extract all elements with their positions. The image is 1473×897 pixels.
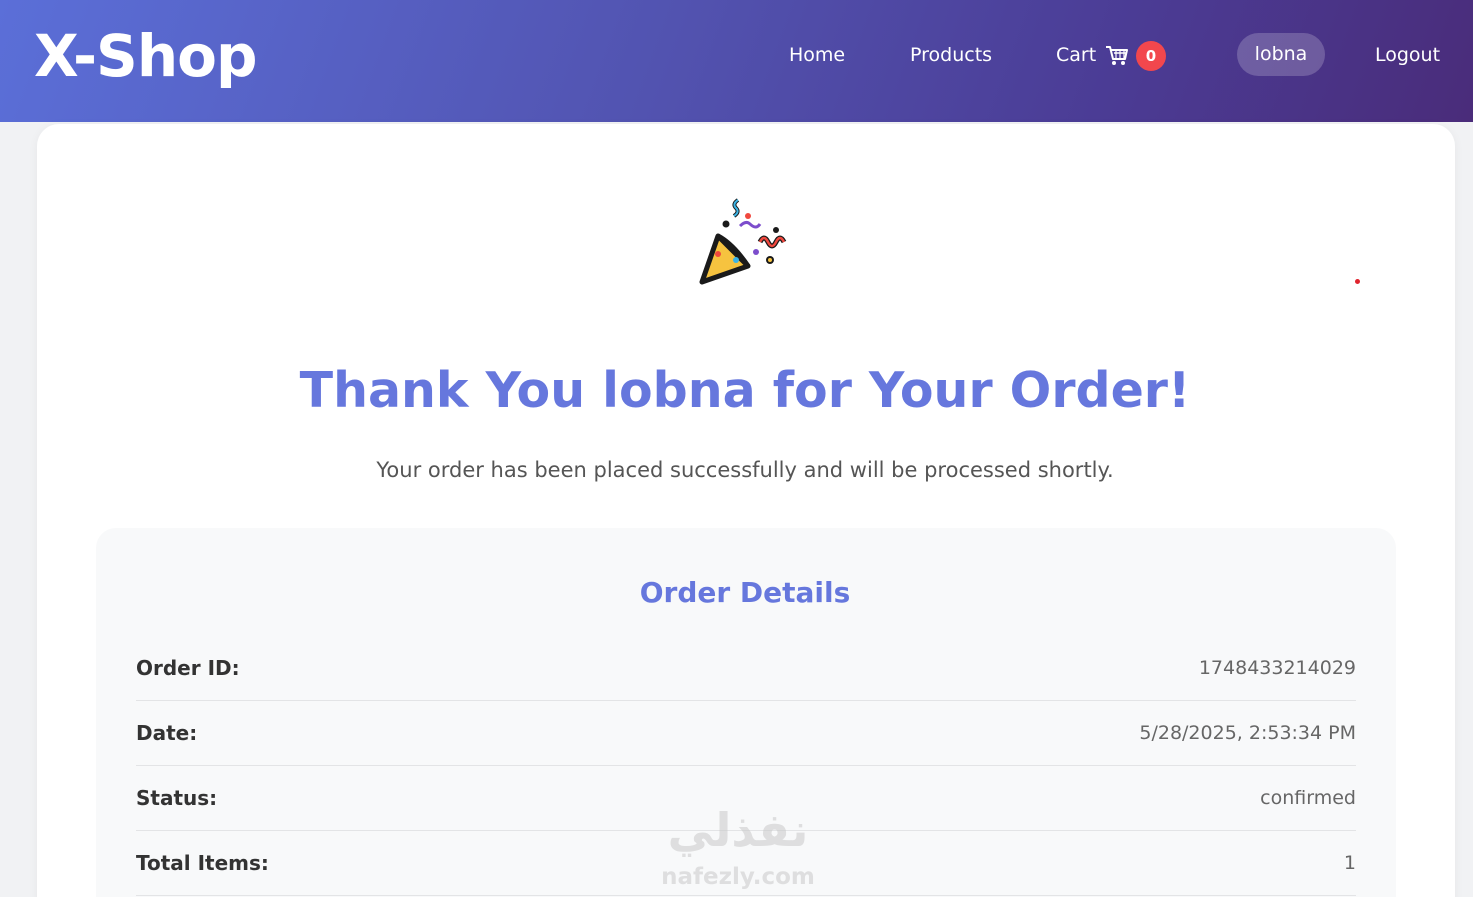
order-status-label: Status: bbox=[136, 786, 218, 810]
order-status-value: confirmed bbox=[1260, 787, 1356, 809]
nav-logout-link[interactable]: Logout bbox=[1375, 40, 1440, 70]
order-status-row: Status: confirmed bbox=[136, 766, 1356, 831]
order-details-heading: Order Details bbox=[639, 576, 851, 609]
confirmation-message: Your order has been placed successfully … bbox=[376, 458, 1114, 482]
site-logo[interactable]: X-Shop bbox=[34, 20, 257, 92]
decorative-dot bbox=[1355, 279, 1360, 284]
total-items-value: 1 bbox=[1343, 852, 1356, 874]
total-items-row: Total Items: 1 bbox=[136, 831, 1356, 896]
nav-cart-link[interactable]: Cart bbox=[1056, 40, 1130, 70]
user-name-pill[interactable]: lobna bbox=[1237, 33, 1325, 76]
party-popper-icon bbox=[699, 198, 787, 285]
order-date-row: Date: 5/28/2025, 2:53:34 PM bbox=[136, 701, 1356, 766]
order-id-label: Order ID: bbox=[136, 656, 240, 680]
order-id-value: 1748433214029 bbox=[1198, 657, 1356, 679]
cart-count-badge: 0 bbox=[1136, 41, 1166, 71]
order-id-row: Order ID: 1748433214029 bbox=[136, 636, 1356, 701]
top-navbar: X-Shop Home Products Cart 0 lobna Logout bbox=[0, 0, 1473, 122]
thank-you-heading: Thank You lobna for Your Order! bbox=[299, 362, 1191, 419]
total-items-label: Total Items: bbox=[136, 851, 269, 875]
nav-cart-label: Cart bbox=[1056, 44, 1097, 66]
order-date-value: 5/28/2025, 2:53:34 PM bbox=[1139, 722, 1356, 744]
nav-home-link[interactable]: Home bbox=[789, 40, 845, 70]
nav-products-link[interactable]: Products bbox=[910, 40, 992, 70]
order-date-label: Date: bbox=[136, 721, 198, 745]
shopping-cart-icon bbox=[1106, 46, 1129, 65]
